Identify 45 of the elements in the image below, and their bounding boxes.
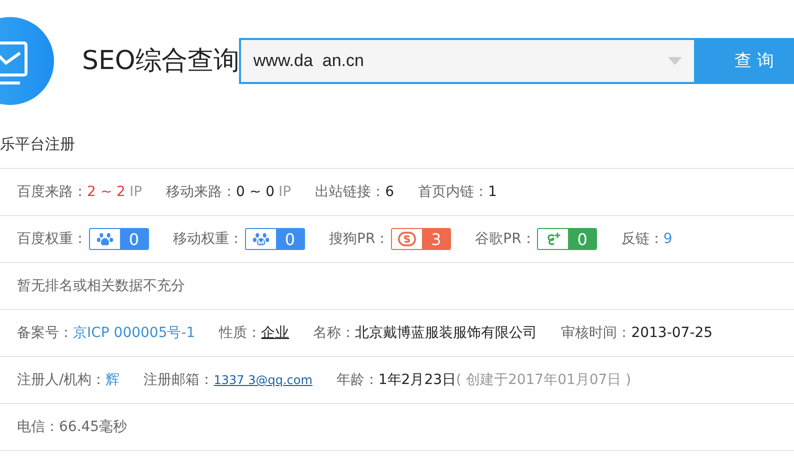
field-label: 首页内链： bbox=[418, 183, 488, 201]
page-title: SEO综合查询 bbox=[82, 45, 240, 78]
rank-badge: 0 bbox=[89, 228, 149, 250]
field-label: 出站链接： bbox=[315, 183, 386, 201]
value-link[interactable]: 辉 bbox=[106, 371, 120, 389]
field-label: 审核时间： bbox=[561, 324, 632, 342]
field-label: 年龄： bbox=[336, 371, 378, 389]
field-label: 备案号： bbox=[17, 324, 73, 342]
url-search-field[interactable]: www.da an.cn bbox=[239, 38, 696, 84]
unit-label: IP bbox=[129, 184, 142, 200]
paw-icon bbox=[252, 230, 270, 248]
query-button[interactable]: 查 询 bbox=[696, 38, 794, 84]
rank-badge: 3 bbox=[391, 228, 452, 250]
field-value: 企业 bbox=[261, 324, 290, 342]
field-value: 2013-07-25 bbox=[631, 325, 713, 341]
field-label: 谷歌PR： bbox=[475, 230, 536, 248]
field-label: 百度来路： bbox=[17, 183, 87, 201]
value-link[interactable]: 9 bbox=[663, 231, 672, 247]
field-value: 6 bbox=[385, 184, 394, 200]
field-label: 性质： bbox=[219, 324, 262, 342]
email-link[interactable]: 1337 3@qq.com bbox=[214, 373, 312, 387]
field-label: 移动来路： bbox=[166, 183, 236, 201]
field-value: 北京戴博蓝服装服饰有限公司 bbox=[355, 324, 538, 342]
age-value: 1年2月23日 bbox=[378, 371, 456, 389]
info-text: 电信：66.45毫秒 bbox=[17, 418, 128, 436]
dropdown-caret-icon[interactable] bbox=[668, 56, 682, 64]
traffic-value: 2 ~ 2 bbox=[87, 184, 126, 200]
creation-date: ( 创建于2017年01月07日 ) bbox=[456, 371, 632, 389]
paw-icon bbox=[96, 230, 114, 248]
field-label: 移动权重： bbox=[173, 230, 243, 248]
field-label: 搜狗PR： bbox=[329, 230, 390, 248]
unit-label: IP bbox=[278, 184, 292, 200]
field-label: 百度权重： bbox=[17, 230, 87, 248]
field-label: 注册邮箱： bbox=[144, 371, 214, 389]
subtitle-text: 乐平台注册 bbox=[0, 135, 75, 154]
traffic-value: 0 ~ 0 bbox=[236, 184, 274, 200]
field-label: 注册人/机构： bbox=[17, 371, 106, 389]
field-label: 名称： bbox=[313, 324, 356, 342]
value-link[interactable]: 京ICP 000005号-1 bbox=[73, 324, 196, 342]
field-label: 反链： bbox=[621, 230, 664, 248]
field-value: 1 bbox=[488, 184, 497, 200]
info-text: 暂无排名或相关数据不充分 bbox=[17, 277, 185, 295]
rank-badge: 0 bbox=[245, 228, 305, 250]
sogou-s-icon bbox=[398, 230, 416, 248]
rank-badge: 0 bbox=[537, 228, 598, 250]
